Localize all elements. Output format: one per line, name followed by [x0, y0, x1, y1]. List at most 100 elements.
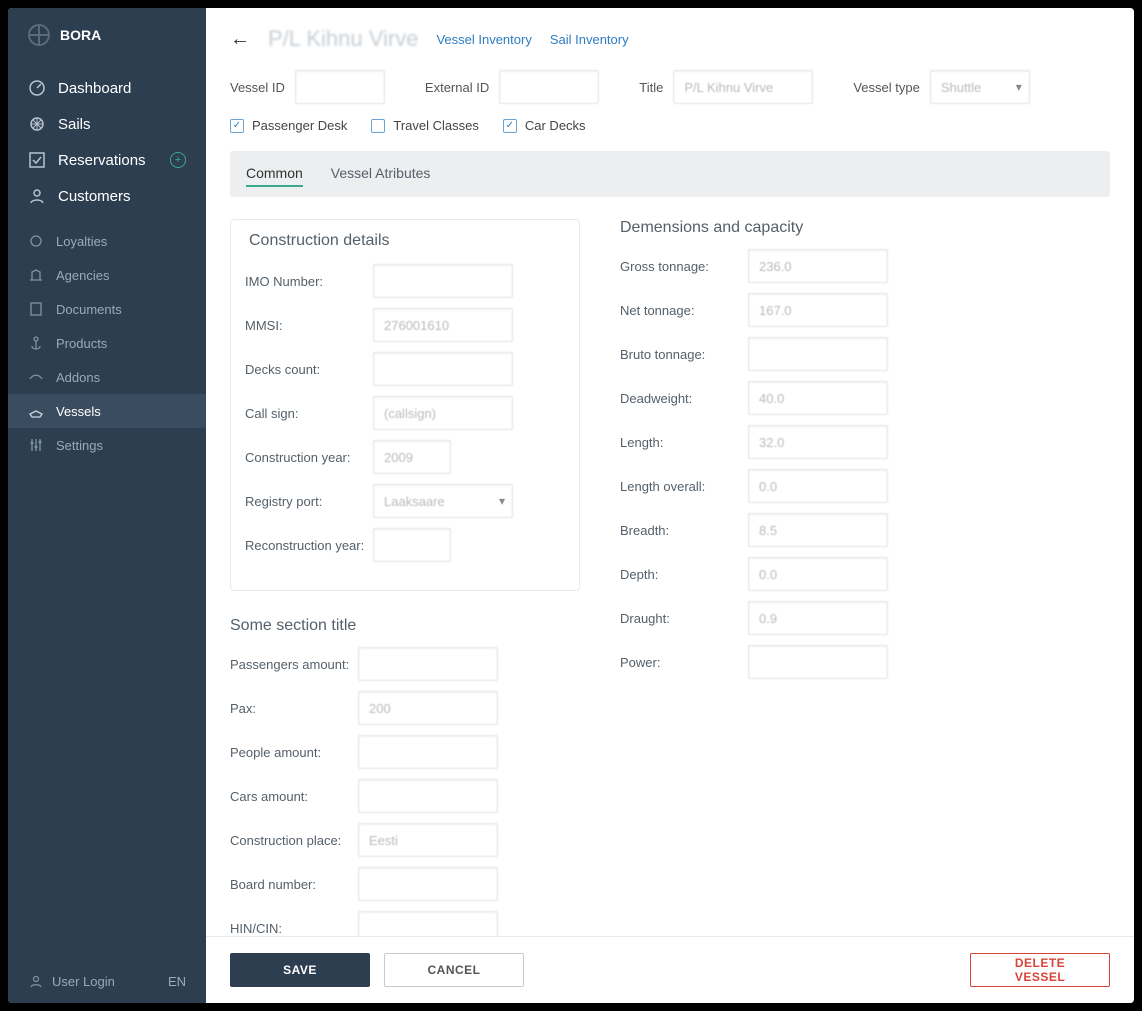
- user-login[interactable]: User Login: [52, 974, 115, 989]
- user-small-icon: [28, 973, 44, 989]
- form-row: Board number:: [230, 867, 580, 901]
- field-label: Deadweight:: [620, 391, 748, 406]
- field-input[interactable]: [748, 469, 888, 503]
- language-switch[interactable]: EN: [168, 974, 186, 989]
- field-input[interactable]: [373, 396, 513, 430]
- form-row: Registry port:▾: [245, 484, 565, 518]
- field-label: Reconstruction year:: [245, 538, 373, 553]
- input-vessel-id[interactable]: [295, 70, 385, 104]
- form-row: Length:: [620, 425, 970, 459]
- label-vessel-id: Vessel ID: [230, 80, 285, 95]
- addon-icon: [28, 369, 44, 385]
- link-sail-inventory[interactable]: Sail Inventory: [550, 32, 629, 47]
- page-title: P/L Kihnu Virve: [268, 26, 418, 52]
- field-label: Passengers amount:: [230, 657, 358, 672]
- sidebar-item-customers[interactable]: Customers: [8, 178, 206, 214]
- field-input[interactable]: [358, 823, 498, 857]
- field-label: Draught:: [620, 611, 748, 626]
- form-row: Power:: [620, 645, 970, 679]
- input-external-id[interactable]: [499, 70, 599, 104]
- tab-common[interactable]: Common: [246, 161, 303, 187]
- field-input[interactable]: [748, 645, 888, 679]
- nav-label: Products: [56, 336, 107, 351]
- field-input[interactable]: [373, 352, 513, 386]
- checkbox-label: Travel Classes: [393, 118, 478, 133]
- field-input[interactable]: [373, 528, 451, 562]
- sidebar-item-agencies[interactable]: Agencies: [8, 258, 206, 292]
- nav-label: Dashboard: [58, 80, 131, 97]
- nav-label: Loyalties: [56, 234, 107, 249]
- form-row: Passengers amount:: [230, 647, 580, 681]
- back-icon[interactable]: ←: [230, 28, 250, 51]
- field-label: Power:: [620, 655, 748, 670]
- section-title: Construction details: [245, 232, 394, 250]
- sidebar-item-reservations[interactable]: Reservations +: [8, 142, 206, 178]
- sidebar-item-products[interactable]: Products: [8, 326, 206, 360]
- nav-label: Reservations: [58, 152, 146, 169]
- sidebar-item-loyalties[interactable]: Loyalties: [8, 224, 206, 258]
- agency-icon: [28, 267, 44, 283]
- section-title: Some section title: [230, 617, 580, 635]
- tab-vessel-attributes[interactable]: Vessel Atributes: [331, 161, 431, 187]
- field-label: Construction year:: [245, 450, 373, 465]
- field-input[interactable]: [748, 425, 888, 459]
- main-content: ← P/L Kihnu Virve Vessel Inventory Sail …: [206, 8, 1134, 1003]
- form-row: Length overall:: [620, 469, 970, 503]
- sidebar-item-dashboard[interactable]: Dashboard: [8, 70, 206, 106]
- save-button[interactable]: SAVE: [230, 953, 370, 987]
- checkbox-car-decks[interactable]: ✓Car Decks: [503, 118, 586, 133]
- field-label: Depth:: [620, 567, 748, 582]
- field-label: MMSI:: [245, 318, 373, 333]
- section-title: Demensions and capacity: [620, 219, 970, 237]
- field-label: People amount:: [230, 745, 358, 760]
- sidebar-item-addons[interactable]: Addons: [8, 360, 206, 394]
- field-input[interactable]: [748, 601, 888, 635]
- checkbox-travel-classes[interactable]: Travel Classes: [371, 118, 478, 133]
- field-label: Construction place:: [230, 833, 358, 848]
- checkbox-icon: ✓: [503, 119, 517, 133]
- field-input[interactable]: [358, 779, 498, 813]
- field-input[interactable]: [358, 647, 498, 681]
- cancel-button[interactable]: CANCEL: [384, 953, 524, 987]
- field-input[interactable]: [748, 557, 888, 591]
- field-input[interactable]: [373, 440, 451, 474]
- field-input[interactable]: [748, 249, 888, 283]
- field-input[interactable]: [373, 484, 513, 518]
- field-input[interactable]: [748, 337, 888, 371]
- field-input[interactable]: [358, 735, 498, 769]
- form-row: Net tonnage:: [620, 293, 970, 327]
- nav-label: Settings: [56, 438, 103, 453]
- nav-label: Sails: [58, 116, 91, 133]
- checkbox-icon: [371, 119, 385, 133]
- check-icon: [28, 151, 46, 169]
- delete-vessel-button[interactable]: DELETE VESSEL: [970, 953, 1110, 987]
- input-title[interactable]: [673, 70, 813, 104]
- field-input[interactable]: [373, 264, 513, 298]
- checkbox-passenger-desk[interactable]: ✓Passenger Desk: [230, 118, 347, 133]
- field-input[interactable]: [748, 513, 888, 547]
- nav-label: Agencies: [56, 268, 109, 283]
- form-row: Pax:: [230, 691, 580, 725]
- field-input[interactable]: [748, 381, 888, 415]
- form-row: MMSI:: [245, 308, 565, 342]
- form-row: Gross tonnage:: [620, 249, 970, 283]
- form-row: Breadth:: [620, 513, 970, 547]
- sidebar-item-vessels[interactable]: Vessels: [8, 394, 206, 428]
- sidebar-item-settings[interactable]: Settings: [8, 428, 206, 462]
- field-label: Gross tonnage:: [620, 259, 748, 274]
- field-input[interactable]: [748, 293, 888, 327]
- field-input[interactable]: [358, 691, 498, 725]
- dashboard-icon: [28, 79, 46, 97]
- field-label: Decks count:: [245, 362, 373, 377]
- sidebar-item-sails[interactable]: Sails: [8, 106, 206, 142]
- field-input[interactable]: [358, 867, 498, 901]
- form-row: Construction place:: [230, 823, 580, 857]
- field-label: Board number:: [230, 877, 358, 892]
- loyalty-icon: [28, 233, 44, 249]
- sidebar-item-documents[interactable]: Documents: [8, 292, 206, 326]
- field-input[interactable]: [373, 308, 513, 342]
- form-row: Bruto tonnage:: [620, 337, 970, 371]
- link-vessel-inventory[interactable]: Vessel Inventory: [436, 32, 531, 47]
- plus-icon[interactable]: +: [170, 152, 186, 168]
- field-label: IMO Number:: [245, 274, 373, 289]
